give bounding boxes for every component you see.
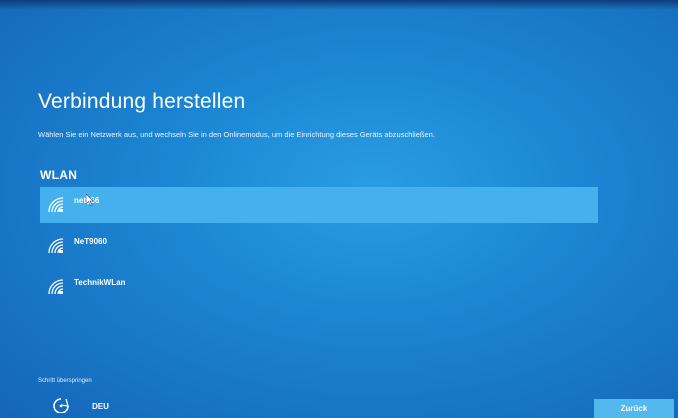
page-subtitle: Wählen Sie ein Netzwerk aus, und wechsel… — [38, 130, 435, 139]
back-button[interactable]: Zurück — [594, 399, 674, 418]
network-list: net▮66 NeT9060 TechnikWLan — [40, 187, 598, 310]
ease-of-access-icon[interactable] — [52, 397, 70, 413]
network-name: TechnikWLan — [74, 278, 126, 287]
network-item[interactable]: NeT9060 — [40, 228, 598, 264]
network-item[interactable]: net▮66 — [40, 187, 598, 223]
wifi-icon — [48, 197, 64, 213]
screen-top-edge — [0, 0, 678, 10]
mouse-cursor-icon — [86, 194, 94, 206]
network-name: NeT9060 — [74, 237, 107, 246]
wlan-section-header: WLAN — [40, 168, 78, 182]
wifi-icon — [48, 279, 64, 295]
network-item[interactable]: TechnikWLan — [40, 269, 598, 305]
skip-step-link[interactable]: Schritt überspringen — [38, 378, 92, 384]
page-title: Verbindung herstellen — [38, 90, 246, 113]
wifi-icon — [48, 238, 64, 254]
language-indicator[interactable]: DEU — [92, 402, 109, 411]
